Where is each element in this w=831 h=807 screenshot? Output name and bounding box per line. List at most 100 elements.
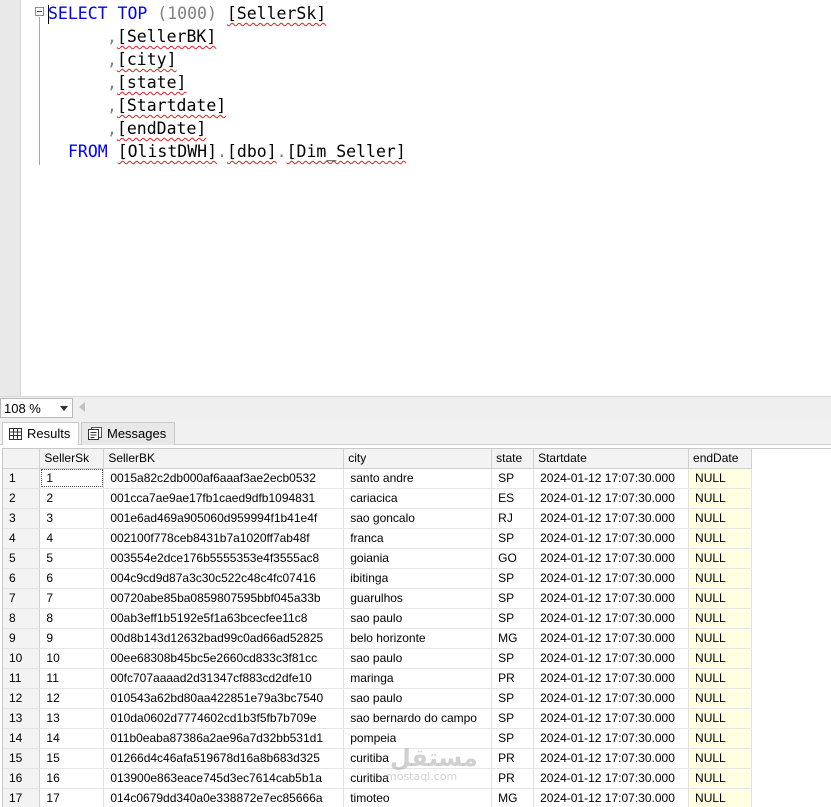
cell-sellerbk[interactable]: 013900e863eace745d3ec7614cab5b1a <box>103 768 345 789</box>
cell-state[interactable]: GO <box>491 548 535 569</box>
cell-startdate[interactable]: 2024-01-12 17:07:30.000 <box>533 548 690 569</box>
cell-sellerbk[interactable]: 00d8b143d12632bad99c0ad66ad52825 <box>103 628 345 649</box>
row-number[interactable]: 12 <box>3 688 41 709</box>
cell-enddate[interactable]: NULL <box>688 608 752 629</box>
cell-state[interactable]: SP <box>491 568 535 589</box>
cell-sellersk[interactable]: 17 <box>39 788 105 807</box>
cell-enddate[interactable]: NULL <box>688 788 752 807</box>
code-line-1[interactable]: SELECT TOP (1000) [SellerSk] <box>48 3 326 25</box>
code-line-2[interactable]: ,[SellerBK] <box>107 26 216 48</box>
row-number[interactable]: 11 <box>3 668 41 689</box>
cell-city[interactable]: sao paulo <box>343 648 493 669</box>
cell-state[interactable]: SP <box>491 588 535 609</box>
table-row[interactable]: 10 10 00ee68308b45bc5e2660cd833c3f81cc sao … <box>3 648 831 669</box>
cell-sellersk[interactable]: 1 <box>39 468 105 489</box>
cell-city[interactable]: sao paulo <box>343 608 493 629</box>
cell-state[interactable]: PR <box>491 748 535 769</box>
cell-startdate[interactable]: 2024-01-12 17:07:30.000 <box>533 728 690 749</box>
cell-enddate[interactable]: NULL <box>688 548 752 569</box>
cell-startdate[interactable]: 2024-01-12 17:07:30.000 <box>533 788 690 807</box>
cell-sellerbk[interactable]: 00720abe85ba0859807595bbf045a33b <box>103 588 345 609</box>
row-number[interactable]: 8 <box>3 608 41 629</box>
tab-results[interactable]: Results <box>2 422 79 445</box>
table-row[interactable]: 1 1 0015a82c2db000af6aaaf3ae2ecb0532 santo … <box>3 468 831 489</box>
cell-startdate[interactable]: 2024-01-12 17:07:30.000 <box>533 488 690 509</box>
cell-state[interactable]: PR <box>491 768 535 789</box>
cell-state[interactable]: SP <box>491 728 535 749</box>
cell-sellersk[interactable]: 8 <box>39 608 105 629</box>
row-number[interactable]: 16 <box>3 768 41 789</box>
cell-city[interactable]: ibitinga <box>343 568 493 589</box>
cell-enddate[interactable]: NULL <box>688 528 752 549</box>
table-row[interactable]: 11 11 00fc707aaaad2d31347cf883cd2dfe10 mari… <box>3 668 831 689</box>
corner-cell[interactable] <box>3 449 41 469</box>
table-row[interactable]: 5 5 003554e2dce176b5555353e4f3555ac8 goiani… <box>3 548 831 569</box>
cell-sellersk[interactable]: 4 <box>39 528 105 549</box>
row-number[interactable]: 2 <box>3 488 41 509</box>
table-row[interactable]: 2 2 001cca7ae9ae17fb1caed9dfb1094831 cariac… <box>3 488 831 509</box>
cell-startdate[interactable]: 2024-01-12 17:07:30.000 <box>533 508 690 529</box>
cell-startdate[interactable]: 2024-01-12 17:07:30.000 <box>533 748 690 769</box>
cell-sellerbk[interactable]: 010543a62bd80aa422851e79a3bc7540 <box>103 688 345 709</box>
row-number[interactable]: 7 <box>3 588 41 609</box>
cell-startdate[interactable]: 2024-01-12 17:07:30.000 <box>533 708 690 729</box>
cell-enddate[interactable]: NULL <box>688 508 752 529</box>
cell-sellerbk[interactable]: 003554e2dce176b5555353e4f3555ac8 <box>103 548 345 569</box>
cell-startdate[interactable]: 2024-01-12 17:07:30.000 <box>533 528 690 549</box>
cell-sellerbk[interactable]: 014c0679dd340a0e338872e7ec85666a <box>103 788 345 807</box>
cell-city[interactable]: maringa <box>343 668 493 689</box>
cell-state[interactable]: SP <box>491 528 535 549</box>
cell-startdate[interactable]: 2024-01-12 17:07:30.000 <box>533 608 690 629</box>
cell-state[interactable]: SP <box>491 468 535 489</box>
table-row[interactable]: 4 4 002100f778ceb8431b7a1020ff7ab48f franca… <box>3 528 831 549</box>
cell-city[interactable]: goiania <box>343 548 493 569</box>
row-number[interactable]: 14 <box>3 728 41 749</box>
code-line-3[interactable]: ,[city] <box>107 49 177 71</box>
cell-sellersk[interactable]: 5 <box>39 548 105 569</box>
cell-enddate[interactable]: NULL <box>688 588 752 609</box>
cell-state[interactable]: MG <box>491 628 535 649</box>
code-line-7[interactable]: FROM [OlistDWH].[dbo].[Dim_Seller] <box>68 141 406 163</box>
cell-startdate[interactable]: 2024-01-12 17:07:30.000 <box>533 648 690 669</box>
table-row[interactable]: 7 7 00720abe85ba0859807595bbf045a33b guarul… <box>3 588 831 609</box>
cell-state[interactable]: SP <box>491 648 535 669</box>
row-number[interactable]: 9 <box>3 628 41 649</box>
cell-sellersk[interactable]: 11 <box>39 668 105 689</box>
cell-sellersk[interactable]: 13 <box>39 708 105 729</box>
cell-enddate[interactable]: NULL <box>688 648 752 669</box>
row-number[interactable]: 6 <box>3 568 41 589</box>
cell-sellersk[interactable]: 9 <box>39 628 105 649</box>
cell-city[interactable]: sao bernardo do campo <box>343 708 493 729</box>
cell-sellerbk[interactable]: 0015a82c2db000af6aaaf3ae2ecb0532 <box>103 468 345 489</box>
chevron-down-icon[interactable] <box>60 406 68 411</box>
row-number[interactable]: 3 <box>3 508 41 529</box>
cell-sellerbk[interactable]: 002100f778ceb8431b7a1020ff7ab48f <box>103 528 345 549</box>
cell-sellerbk[interactable]: 004c9cd9d87a3c30c522c48c4fc07416 <box>103 568 345 589</box>
cell-sellersk[interactable]: 14 <box>39 728 105 749</box>
column-header-city[interactable]: city <box>343 449 493 469</box>
cell-enddate[interactable]: NULL <box>688 468 752 489</box>
cell-enddate[interactable]: NULL <box>688 488 752 509</box>
column-header-enddate[interactable]: endDate <box>688 449 752 469</box>
cell-sellersk[interactable]: 15 <box>39 748 105 769</box>
cell-sellerbk[interactable]: 001cca7ae9ae17fb1caed9dfb1094831 <box>103 488 345 509</box>
collapse-outline-icon[interactable] <box>35 7 44 16</box>
cell-enddate[interactable]: NULL <box>688 708 752 729</box>
cell-enddate[interactable]: NULL <box>688 568 752 589</box>
row-number[interactable]: 15 <box>3 748 41 769</box>
cell-enddate[interactable]: NULL <box>688 668 752 689</box>
row-number[interactable]: 1 <box>3 468 41 489</box>
cell-state[interactable]: SP <box>491 708 535 729</box>
cell-sellersk[interactable]: 12 <box>39 688 105 709</box>
cell-startdate[interactable]: 2024-01-12 17:07:30.000 <box>533 768 690 789</box>
cell-sellerbk[interactable]: 00fc707aaaad2d31347cf883cd2dfe10 <box>103 668 345 689</box>
cell-state[interactable]: SP <box>491 608 535 629</box>
table-row[interactable]: 13 13 010da0602d7774602cd1b3f5fb7b709e sao … <box>3 708 831 729</box>
cell-sellerbk[interactable]: 00ee68308b45bc5e2660cd833c3f81cc <box>103 648 345 669</box>
code-line-6[interactable]: ,[endDate] <box>107 118 206 140</box>
cell-state[interactable]: RJ <box>491 508 535 529</box>
cell-sellersk[interactable]: 10 <box>39 648 105 669</box>
row-number[interactable]: 5 <box>3 548 41 569</box>
cell-sellerbk[interactable]: 01266d4c46afa519678d16a8b683d325 <box>103 748 345 769</box>
cell-city[interactable]: belo horizonte <box>343 628 493 649</box>
